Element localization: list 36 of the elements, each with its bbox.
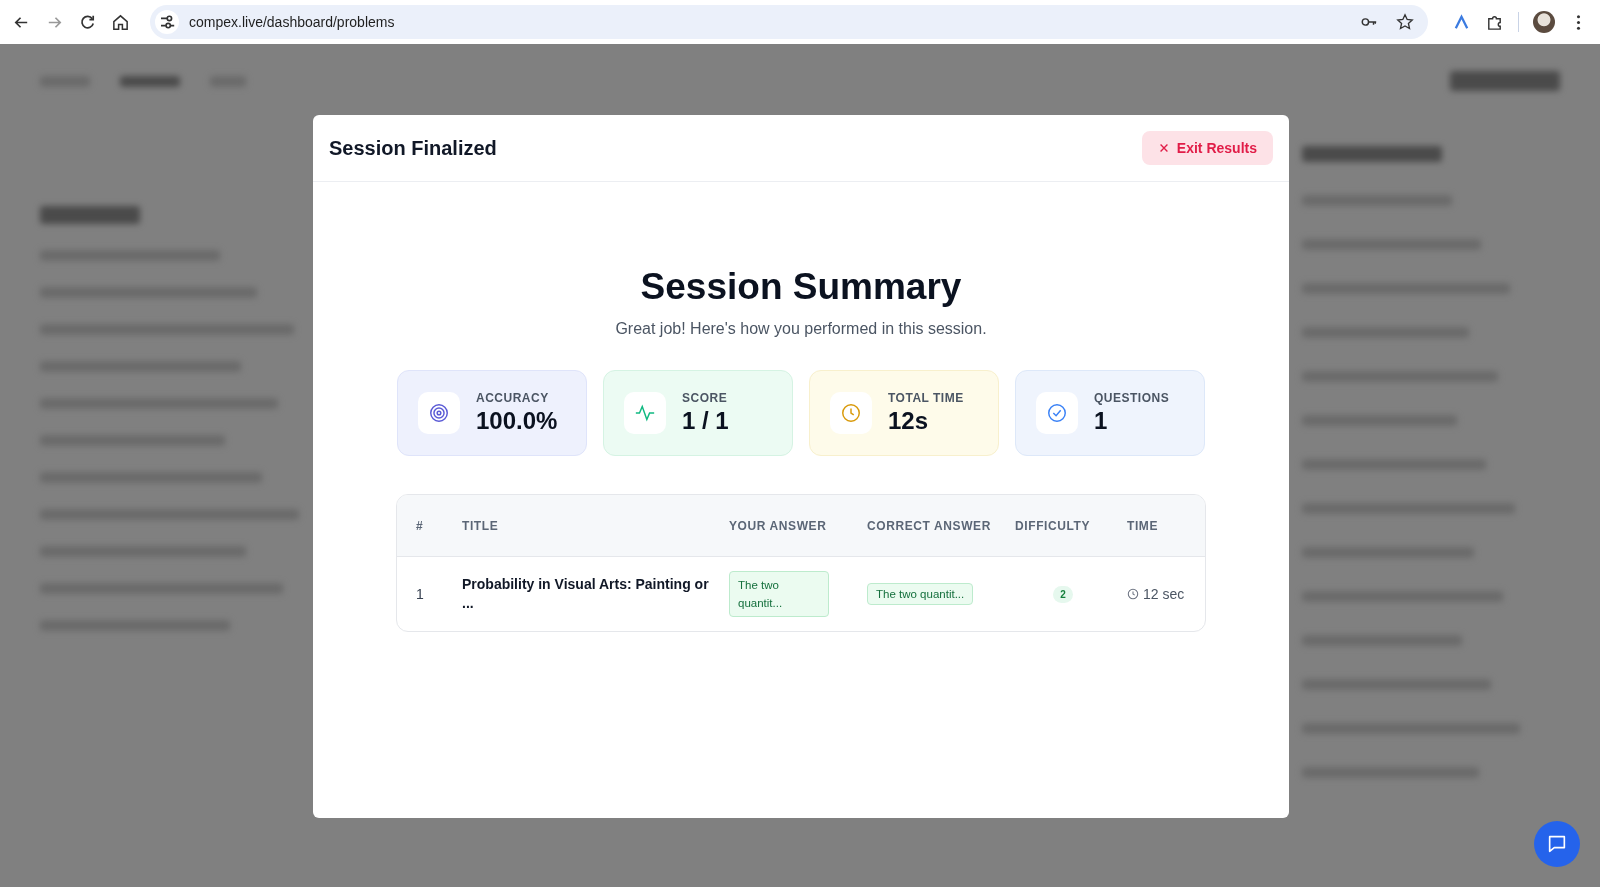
stat-value: 100.0% (476, 407, 558, 435)
site-settings-icon[interactable] (155, 10, 179, 34)
target-icon (418, 392, 460, 434)
exit-results-button[interactable]: Exit Results (1141, 131, 1273, 165)
chat-icon (1546, 833, 1568, 855)
time-text: 12 sec (1143, 586, 1185, 602)
stat-label: TOTAL TIME (888, 391, 964, 405)
column-header: DIFFICULTY (1015, 518, 1092, 533)
stat-value: 1 / 1 (682, 407, 729, 435)
summary-heading: Session Summary (640, 266, 962, 308)
extension-logo-icon[interactable] (1452, 12, 1471, 32)
stat-label: SCORE (682, 391, 729, 405)
your-answer-tag: The two quantit... (729, 571, 829, 617)
pulse-icon (624, 392, 666, 434)
clock-icon (830, 392, 872, 434)
column-header: CORRECT ANSWER (867, 518, 992, 533)
table-cell-text: 1 (416, 586, 425, 602)
column-header: TITLE (462, 518, 500, 533)
column-header: YOUR ANSWER (729, 518, 828, 533)
stat-label: ACCURACY (476, 391, 550, 405)
address-bar[interactable]: compex.live/dashboard/problems (150, 5, 1428, 39)
stat-value: 1 (1094, 407, 1109, 435)
stat-label: QUESTIONS (1094, 391, 1170, 405)
url-text: compex.live/dashboard/problems (189, 14, 396, 30)
profile-avatar[interactable] (1533, 11, 1555, 33)
correct-answer-tag: The two quantit... (867, 583, 974, 605)
clock-icon (1127, 588, 1139, 600)
problem-title: Probability in Visual Arts: Painting or ... (462, 575, 710, 613)
star-icon[interactable] (1396, 13, 1414, 31)
stat-value: 12s (888, 407, 930, 435)
dialog-title: Session Finalized (329, 136, 497, 160)
summary-subtitle: Great job! Here's how you performed in this session. (615, 320, 987, 338)
column-header: # (416, 518, 425, 533)
home-icon[interactable] (111, 12, 130, 32)
difficulty-badge: 2 (1053, 586, 1073, 603)
column-header: TIME (1127, 518, 1160, 533)
